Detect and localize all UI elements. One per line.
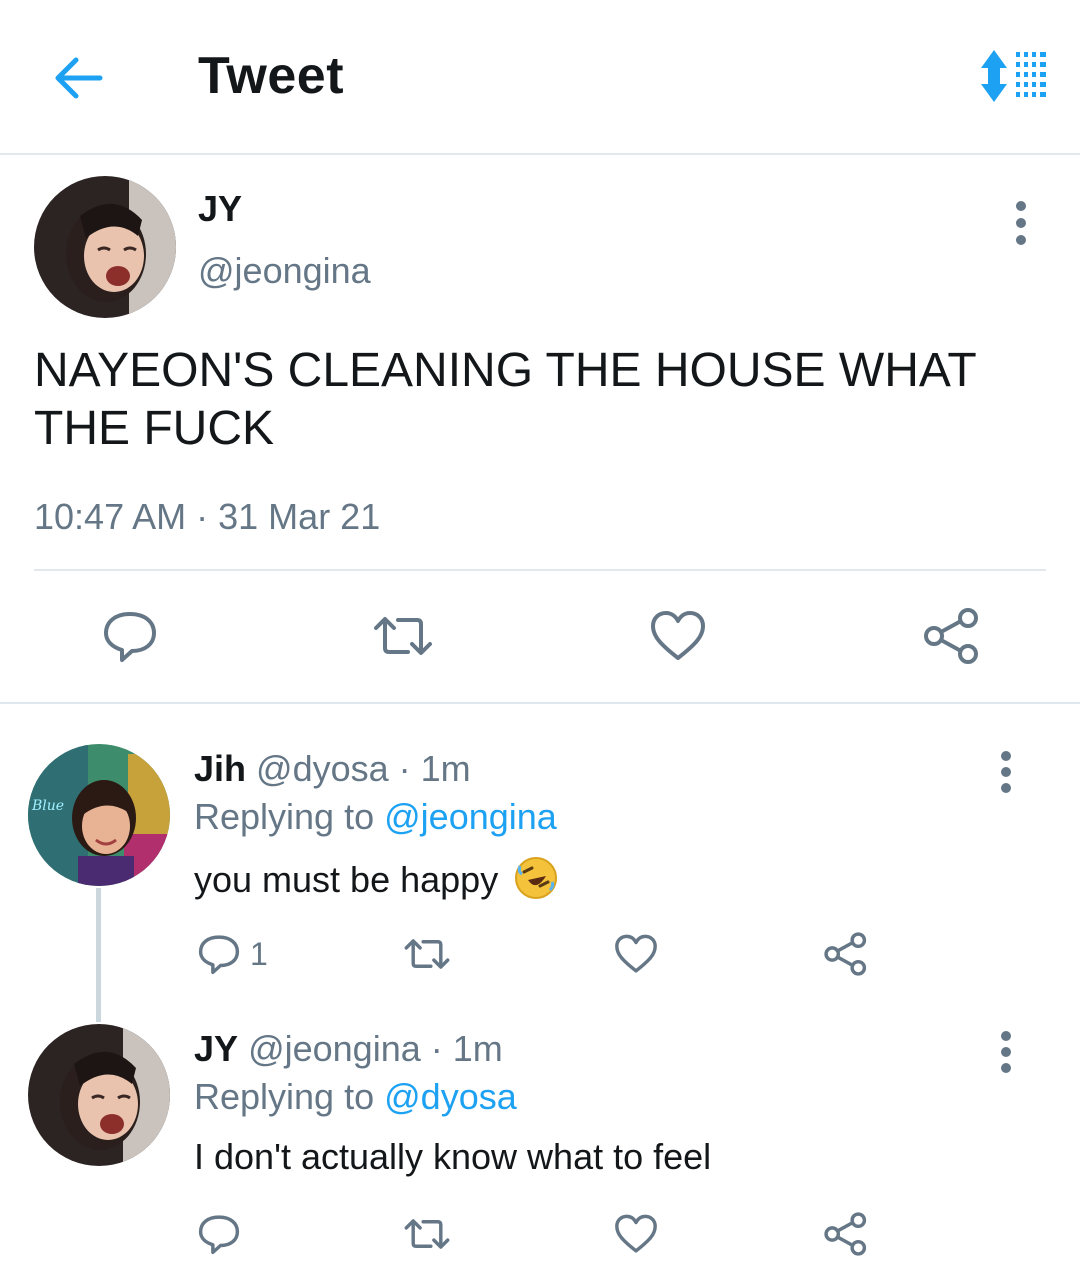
replying-to: Replying to @dyosa	[194, 1076, 517, 1118]
like-heart-icon[interactable]	[648, 606, 708, 666]
avatar[interactable]: Blue	[28, 744, 170, 886]
divider	[34, 569, 1046, 571]
top-bar: Tweet	[0, 0, 1080, 155]
more-options-icon[interactable]	[986, 1028, 1026, 1076]
reply-header: Jih @dyosa · 1m	[194, 748, 471, 790]
reply-icon[interactable]	[100, 606, 160, 666]
sort-replies-icon[interactable]	[976, 44, 1050, 108]
avatar[interactable]	[34, 176, 176, 318]
reply-icon[interactable]	[196, 1209, 242, 1259]
share-icon[interactable]	[922, 606, 982, 666]
replying-label: Replying to	[194, 1076, 375, 1117]
tweet-timestamp: 10:47 AM · 31 Mar 21	[34, 496, 380, 538]
replying-mention[interactable]: @dyosa	[384, 1076, 517, 1117]
retweet-icon[interactable]	[402, 929, 452, 979]
retweet-icon[interactable]	[402, 1209, 452, 1259]
retweet-icon[interactable]	[372, 606, 432, 666]
reply-author-name[interactable]: JY	[194, 1028, 238, 1069]
reply-icon	[198, 935, 240, 975]
thread-connector	[96, 888, 101, 1022]
replying-mention[interactable]: @jeongina	[384, 796, 557, 837]
more-options-icon[interactable]	[986, 748, 1026, 796]
reply-text: you must be happy	[194, 856, 558, 909]
svg-text:Blue: Blue	[31, 798, 64, 814]
tweet-text: NAYEON'S CLEANING THE HOUSE WHAT THE FUC…	[34, 344, 976, 455]
tweet-date: 31 Mar 21	[218, 496, 381, 537]
back-arrow-icon[interactable]	[48, 48, 108, 108]
meta-separator: ·	[196, 496, 209, 537]
reply-header: JY @jeongina · 1m	[194, 1028, 503, 1070]
avatar[interactable]	[28, 1024, 170, 1166]
reply-button[interactable]: 1	[196, 929, 268, 979]
reply-age: · 1m	[398, 748, 471, 789]
page-title: Tweet	[198, 47, 345, 105]
author-handle[interactable]: @jeongina	[198, 250, 371, 292]
share-icon[interactable]	[822, 929, 870, 979]
author-name[interactable]: JY	[198, 188, 242, 230]
divider	[0, 702, 1080, 704]
like-heart-icon[interactable]	[612, 929, 660, 979]
reply-age: · 1m	[430, 1028, 503, 1069]
rolling-on-floor-laughing-emoji	[514, 856, 558, 909]
more-options-icon[interactable]	[996, 198, 1046, 248]
reply-text-content: you must be happy	[194, 859, 499, 901]
replying-to: Replying to @jeongina	[194, 796, 557, 838]
tweet-time: 10:47 AM	[34, 496, 187, 537]
replying-label: Replying to	[194, 796, 375, 837]
share-icon[interactable]	[822, 1209, 870, 1259]
reply-author-handle[interactable]: @jeongina	[248, 1028, 421, 1069]
reply-text: I don't actually know what to feel	[194, 1136, 712, 1177]
reply-count: 1	[250, 935, 268, 972]
like-heart-icon[interactable]	[612, 1209, 660, 1259]
reply-author-name[interactable]: Jih	[194, 748, 246, 789]
reply-author-handle[interactable]: @dyosa	[256, 748, 389, 789]
